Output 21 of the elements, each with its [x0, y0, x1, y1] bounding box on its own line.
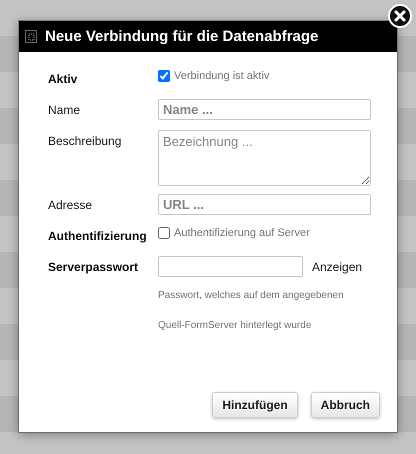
- show-link[interactable]: Anzeigen: [312, 260, 362, 274]
- checkbox-label: Verbindung ist aktiv: [174, 70, 270, 82]
- field-label: Authentifizierung: [48, 228, 148, 243]
- password-field[interactable]: [158, 256, 303, 277]
- grid-icon: [25, 30, 37, 43]
- checkbox[interactable]: [158, 227, 170, 239]
- checkbox-label: Authentifizierung auf Server: [174, 227, 310, 239]
- input-field[interactable]: Name ...: [158, 99, 371, 120]
- dialog-button[interactable]: Hinzufügen: [212, 392, 298, 418]
- dialog-title: Neue Verbindung für die Datenabfrage: [45, 28, 318, 45]
- field-label: Aktiv: [48, 71, 78, 86]
- checkbox[interactable]: [158, 70, 170, 82]
- hint-text: Quell-FormServer hinterlegt wurde: [158, 320, 312, 333]
- field-label: Serverpasswort: [48, 259, 140, 274]
- field-label: Adresse: [48, 197, 94, 212]
- input-field[interactable]: URL ...: [158, 194, 371, 215]
- hint-text: Passwort, welches auf dem angegebenen: [158, 290, 345, 303]
- dialog-button[interactable]: Abbruch: [310, 392, 380, 418]
- field-label: Beschreibung: [48, 133, 122, 148]
- text-area[interactable]: Bezeichnung ...: [158, 130, 371, 186]
- field-label: Name: [48, 102, 82, 117]
